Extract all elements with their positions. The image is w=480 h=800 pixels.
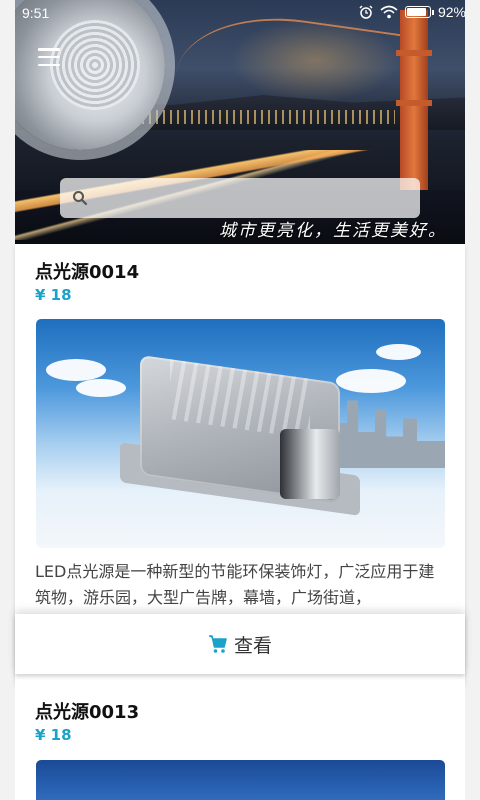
status-bar: 9:51 92% xyxy=(0,0,480,26)
menu-line xyxy=(38,63,60,66)
menu-icon[interactable] xyxy=(38,48,60,66)
menu-line xyxy=(38,55,60,59)
view-button[interactable]: 查看 xyxy=(15,614,465,674)
product-name: 点光源0014 xyxy=(35,262,140,283)
product-description: LED点光源是一种新型的节能环保装饰灯，广泛应用于建筑物，游乐园，大型广告牌，幕… xyxy=(35,562,435,607)
product-list-screen: 城市更亮化，生活更美好。 9:51 92% 点光源0014 ¥ 18 LED点光… xyxy=(0,0,480,800)
image-cloud xyxy=(76,379,126,397)
alarm-icon xyxy=(359,5,373,19)
view-button-label: 查看 xyxy=(233,634,272,657)
cart-icon xyxy=(208,635,227,653)
image-device xyxy=(120,349,360,516)
menu-line xyxy=(38,48,60,51)
product-price: ¥ 18 xyxy=(35,726,72,744)
device-lens xyxy=(280,429,340,499)
search-icon xyxy=(73,191,88,206)
search-bar[interactable] xyxy=(60,178,420,218)
image-cloud xyxy=(376,344,421,360)
wifi-icon xyxy=(380,5,398,19)
image-cloud xyxy=(46,359,106,381)
status-time: 9:51 xyxy=(22,5,50,21)
product-card[interactable]: 点光源0013 ¥ 18 xyxy=(15,684,465,800)
search-input[interactable] xyxy=(96,178,406,218)
product-image[interactable] xyxy=(36,760,445,800)
status-icons: 92% xyxy=(359,4,466,20)
battery-icon xyxy=(404,6,434,18)
product-name: 点光源0013 xyxy=(35,702,140,723)
banner-slogan: 城市更亮化，生活更美好。 xyxy=(219,221,447,241)
battery-percent: 92% xyxy=(437,4,466,20)
product-image[interactable] xyxy=(36,319,445,548)
product-price: ¥ 18 xyxy=(35,286,72,304)
